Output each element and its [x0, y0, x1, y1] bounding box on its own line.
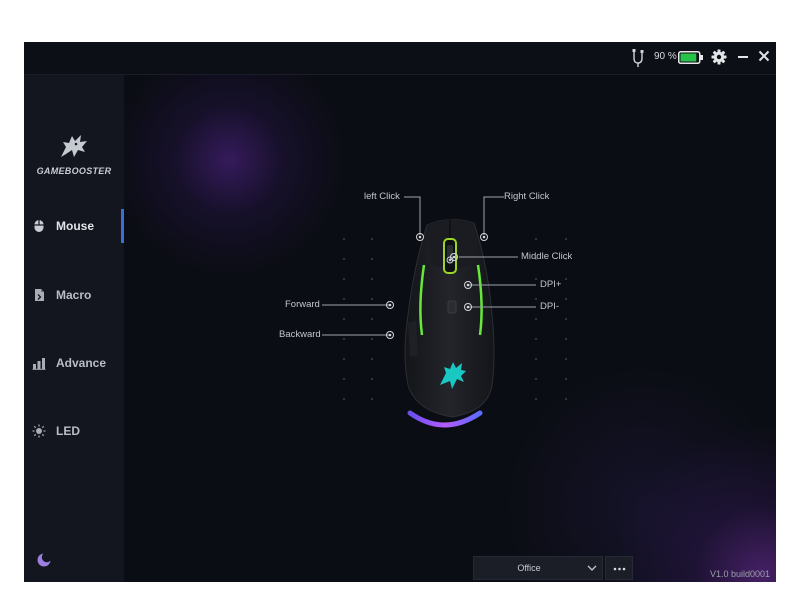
sidebar-item-label: Advance [56, 356, 107, 370]
logo-text: GAMEBOOSTER [36, 166, 112, 176]
forward-label[interactable]: Forward [285, 299, 320, 310]
more-dots-icon [613, 567, 626, 571]
profile-select[interactable]: Office [473, 556, 603, 580]
sidebar: GAMEBOOSTER Mouse Macro Advance LED [24, 75, 124, 582]
brand-logo: GAMEBOOSTER [34, 133, 114, 176]
close-icon[interactable] [758, 50, 770, 62]
battery-percent: 90 % [654, 51, 677, 62]
gear-icon[interactable] [711, 49, 727, 65]
sidebar-item-label: LED [56, 424, 80, 438]
version-label: V1.0 build0001 [709, 569, 770, 579]
minimize-icon[interactable] [737, 49, 749, 65]
dragon-logo-icon [61, 135, 87, 157]
sidebar-item-led[interactable]: LED [24, 414, 124, 448]
sidebar-item-advance[interactable]: Advance [24, 346, 124, 380]
led-bulb-icon [32, 424, 46, 438]
more-options-button[interactable] [605, 556, 633, 580]
app-window: 90 % GAMEBOOSTER Mouse Macro Advance LED… [24, 42, 776, 582]
battery-icon [678, 51, 703, 64]
middle-click-label[interactable]: Middle Click [521, 251, 572, 262]
main-panel: left Click Right Click Middle Click DPI+… [124, 75, 776, 582]
mouse-icon [34, 220, 44, 232]
left-click-label[interactable]: left Click [364, 191, 400, 202]
dpi-minus-label[interactable]: DPI- [540, 301, 559, 312]
sidebar-item-macro[interactable]: Macro [24, 278, 124, 312]
sidebar-item-label: Mouse [56, 219, 95, 233]
macro-file-icon [35, 289, 44, 301]
moon-icon[interactable] [36, 552, 52, 568]
sidebar-item-mouse[interactable]: Mouse [24, 209, 124, 243]
callout-lines [322, 196, 536, 339]
sidebar-item-label: Macro [56, 288, 92, 302]
dpi-plus-label[interactable]: DPI+ [540, 279, 561, 290]
title-bar: 90 % [24, 42, 776, 75]
chevron-down-icon [587, 565, 597, 571]
backward-label[interactable]: Backward [279, 329, 321, 340]
right-click-label[interactable]: Right Click [504, 191, 549, 202]
advance-chart-icon [32, 358, 46, 370]
cable-icon [632, 49, 644, 67]
profile-select-value: Office [517, 563, 541, 573]
